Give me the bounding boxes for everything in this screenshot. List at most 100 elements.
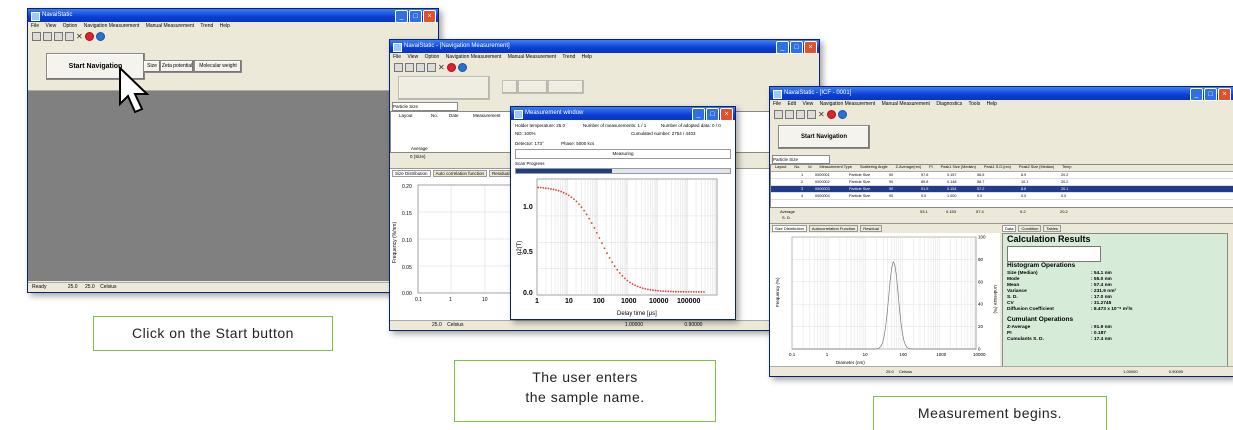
table-header[interactable]: Z-Average(nm) — [896, 165, 921, 171]
particle-size-dropdown[interactable]: Particle Size — [392, 102, 458, 111]
menu-edit[interactable]: Edit — [787, 101, 796, 107]
delete-icon[interactable]: ✕ — [438, 64, 445, 72]
menu-view[interactable]: View — [802, 101, 813, 107]
table-header[interactable]: Peak2 Size (Median) — [1019, 165, 1054, 171]
correlation-point — [583, 209, 585, 212]
preview-icon[interactable] — [65, 32, 74, 41]
menu-manual-measurement[interactable]: Manual Measurement — [882, 101, 930, 107]
minimize-icon[interactable]: _ — [776, 41, 789, 54]
menu-tools[interactable]: Tools — [969, 101, 981, 107]
close-icon[interactable]: × — [423, 10, 436, 23]
minimize-icon[interactable]: _ — [1190, 88, 1203, 101]
record-icon[interactable] — [838, 110, 847, 119]
open-icon[interactable] — [32, 32, 41, 41]
table-header[interactable]: Id — [808, 165, 811, 171]
minimize-icon[interactable]: _ — [692, 108, 705, 121]
menu-file[interactable]: File — [31, 23, 39, 29]
stop-icon[interactable] — [447, 63, 456, 72]
save-icon[interactable] — [405, 63, 414, 72]
table-header[interactable]: Scattering Angle — [860, 165, 888, 171]
menu-file[interactable]: File — [393, 54, 401, 60]
correlation-point — [601, 242, 603, 245]
menu-manual-measurement[interactable]: Manual Measurement — [146, 23, 194, 29]
tab-tables[interactable]: Tables — [1043, 225, 1061, 232]
table-header[interactable]: PI — [929, 165, 933, 171]
print-icon[interactable] — [796, 110, 805, 119]
correlation-point — [537, 186, 540, 189]
menu-option[interactable]: Option — [425, 54, 440, 60]
menu-file[interactable]: File — [773, 101, 781, 107]
tab-molecular-weight[interactable]: Molecular weight — [194, 60, 242, 73]
menu-trend[interactable]: Trend — [200, 23, 213, 29]
start-navigation-button[interactable]: Start Navigation — [778, 125, 870, 149]
table-row[interactable]: 3 0000003 Particle Size 90 91.9 0.154 57.2 8.6 2… — [771, 186, 1233, 193]
start-navigation-button-disabled[interactable] — [398, 76, 490, 100]
delete-icon[interactable]: ✕ — [76, 33, 83, 41]
menu-navigation-measurement[interactable]: Navigation Measurement — [446, 54, 502, 60]
titlebar-3: NavaiStatic - [ICF - 0001] _ □ × — [770, 87, 1233, 101]
table-header[interactable]: Layout — [775, 165, 786, 171]
tab-residual[interactable]: Residual — [860, 225, 882, 232]
correlation-point — [667, 290, 670, 293]
table-row[interactable]: 1 0000001 Particle Size 90 97.6 0.157 56.5 8.9 2… — [771, 172, 1233, 179]
table-header[interactable]: Measurement Type — [820, 165, 852, 171]
stop-icon[interactable] — [827, 110, 836, 119]
menu-diagnostics[interactable]: Diagnostics — [936, 101, 962, 107]
tab-molecular-disabled[interactable] — [548, 80, 584, 94]
table-header[interactable]: No. — [794, 165, 800, 171]
tab-autocorrelation[interactable]: Auto correlation function — [432, 170, 488, 177]
correlation-point — [552, 188, 555, 191]
tab-zeta-potential[interactable]: Zeta potential — [160, 60, 194, 73]
minimize-icon[interactable]: _ — [395, 10, 408, 23]
dist-y2-tick: 100 — [978, 235, 986, 240]
table-header[interactable]: Peak1 Size (Median) — [941, 165, 976, 171]
table-header[interactable]: Peak1 S.D.(nm) — [984, 165, 1011, 171]
maximize-icon[interactable]: □ — [706, 108, 719, 121]
maximize-icon[interactable]: □ — [409, 10, 422, 23]
print-icon[interactable] — [54, 32, 63, 41]
tab-size-disabled[interactable] — [502, 80, 518, 94]
open-icon[interactable] — [394, 63, 403, 72]
lower-pane-3: Size Distribution Autocorrelation Functi… — [770, 223, 1233, 368]
menu-help[interactable]: Help — [987, 101, 997, 107]
delete-icon[interactable]: ✕ — [818, 111, 825, 119]
record-icon[interactable] — [458, 63, 467, 72]
table-row[interactable]: 2 0000002 Particle Size 90 89.8 0.148 58.7 10.1… — [771, 179, 1233, 186]
tab-zeta-disabled[interactable] — [518, 80, 548, 94]
cumulated-number: Cumulated number: 2754 / 4403 — [631, 131, 696, 136]
table-row[interactable]: 4 0000004 Particle Size 90 0.0 1.000 0.0 0.0 0.0 — [771, 193, 1233, 200]
tab-size-distribution[interactable]: Size Distribution — [772, 225, 807, 232]
menu-view[interactable]: View — [407, 54, 418, 60]
cumulant-title: Cumulant Operations — [1007, 316, 1074, 323]
maximize-icon[interactable]: □ — [1204, 88, 1217, 101]
close-icon[interactable]: × — [1218, 88, 1231, 101]
preview-icon[interactable] — [807, 110, 816, 119]
print-icon[interactable] — [416, 63, 425, 72]
menu-trend[interactable]: Trend — [562, 54, 575, 60]
table-cell: Particle Size — [849, 187, 871, 191]
menu-help[interactable]: Help — [220, 23, 230, 29]
close-icon[interactable]: × — [720, 108, 733, 121]
tab-data[interactable]: Data — [1002, 225, 1017, 232]
tab-autocorrelation[interactable]: Autocorrelation Function — [808, 225, 859, 232]
table-header[interactable]: Temp — [1062, 165, 1071, 171]
particle-size-dropdown[interactable]: Particle Size — [772, 155, 830, 164]
menu-navigation-measurement[interactable]: Navigation Measurement — [84, 23, 140, 29]
tab-size-distribution[interactable]: Size Distribution — [392, 170, 431, 177]
table-cell: 0.154 — [947, 187, 957, 191]
menu-help[interactable]: Help — [582, 54, 592, 60]
menu-manual-measurement[interactable]: Manual Measurement — [508, 54, 556, 60]
menu-navigation-measurement[interactable]: Navigation Measurement — [820, 101, 876, 107]
save-icon[interactable] — [785, 110, 794, 119]
stop-icon[interactable] — [85, 32, 94, 41]
save-icon[interactable] — [43, 32, 52, 41]
menu-option[interactable]: Option — [63, 23, 78, 29]
tab-condition[interactable]: Condition — [1018, 225, 1042, 232]
open-icon[interactable] — [774, 110, 783, 119]
menu-view[interactable]: View — [45, 23, 56, 29]
preview-icon[interactable] — [427, 63, 436, 72]
table-cell: 2 — [801, 180, 804, 184]
close-icon[interactable]: × — [804, 41, 817, 54]
record-icon[interactable] — [96, 32, 105, 41]
maximize-icon[interactable]: □ — [790, 41, 803, 54]
